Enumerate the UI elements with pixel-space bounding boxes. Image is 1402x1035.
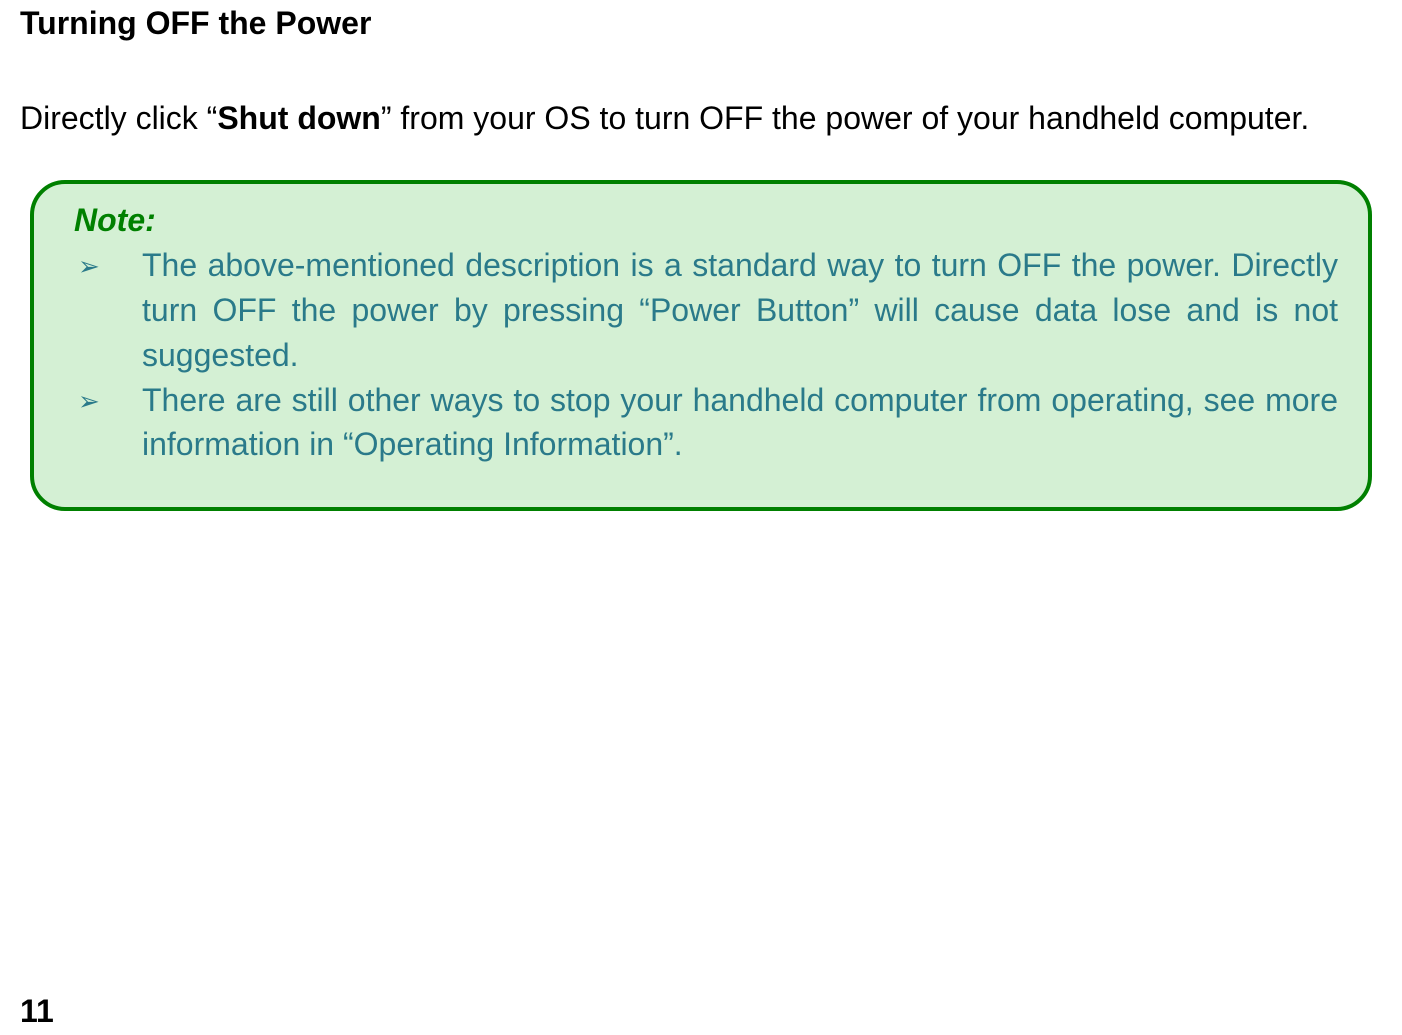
intro-suffix: ” from your OS to turn OFF the power of …	[381, 100, 1309, 136]
note-callout: Note: ➢ The above-mentioned description …	[30, 180, 1372, 511]
bullet-icon: ➢	[64, 243, 142, 284]
page-number: 11	[20, 993, 54, 1030]
intro-prefix: Directly click “	[20, 100, 217, 136]
bullet-icon: ➢	[64, 378, 142, 419]
section-heading: Turning OFF the Power	[20, 5, 1382, 42]
intro-bold: Shut down	[217, 100, 381, 136]
note-item: ➢ There are still other ways to stop you…	[64, 378, 1338, 468]
intro-paragraph: Directly click “Shut down” from your OS …	[20, 97, 1382, 140]
note-text: There are still other ways to stop your …	[142, 378, 1338, 468]
note-text: The above-mentioned description is a sta…	[142, 243, 1338, 377]
note-list: ➢ The above-mentioned description is a s…	[64, 243, 1338, 467]
note-item: ➢ The above-mentioned description is a s…	[64, 243, 1338, 377]
note-title: Note:	[74, 202, 1338, 239]
